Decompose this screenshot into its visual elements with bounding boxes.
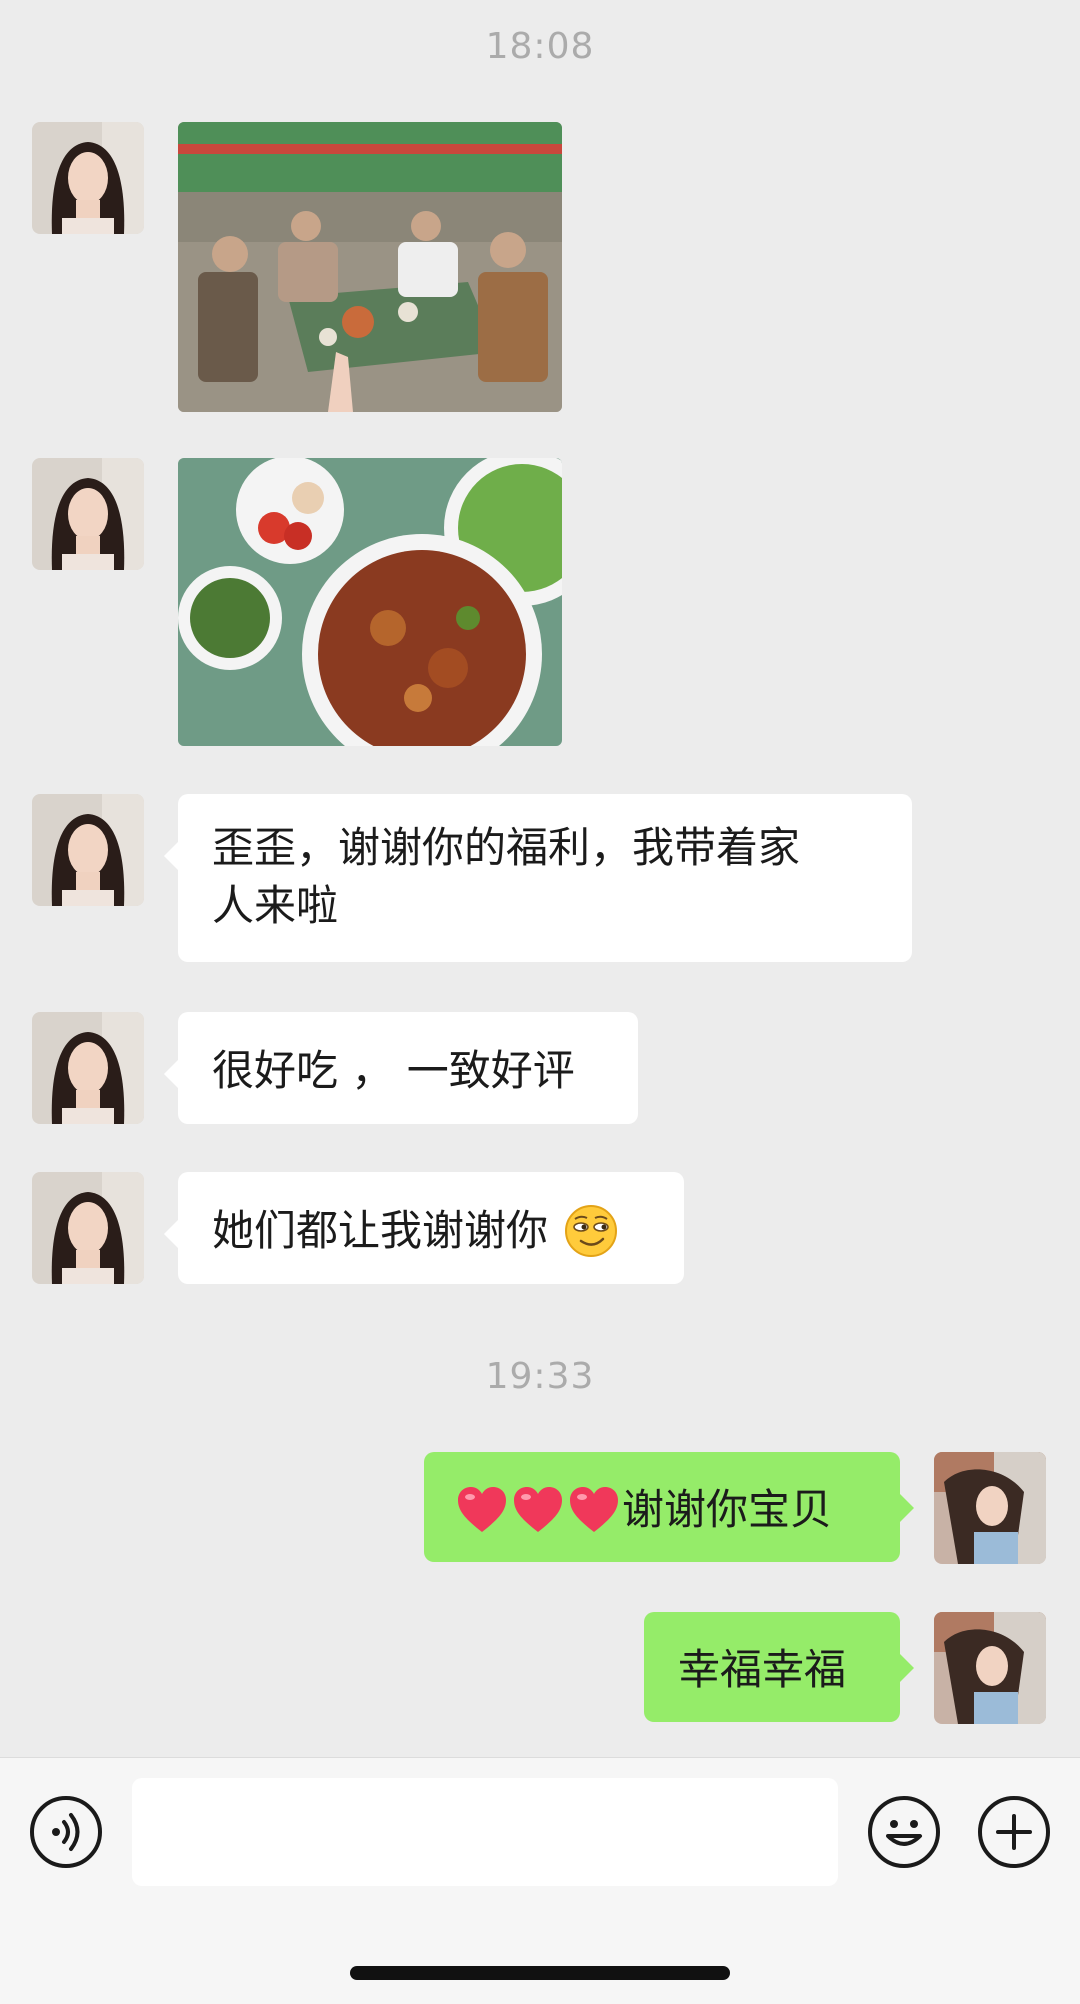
contact-avatar[interactable] — [32, 458, 144, 570]
home-indicator[interactable] — [350, 1966, 730, 1980]
message-bubble-outgoing[interactable]: 幸福幸福 — [644, 1612, 914, 1722]
contact-avatar[interactable] — [32, 122, 144, 234]
my-avatar[interactable] — [934, 1452, 1046, 1564]
voice-icon — [52, 1813, 80, 1851]
smirk-emoji-icon — [565, 1204, 618, 1257]
message-bubble-incoming[interactable]: 很好吃 ， 一致好评 — [164, 1012, 638, 1124]
message-input[interactable] — [132, 1778, 838, 1886]
heart-icon — [514, 1486, 562, 1532]
timestamp: 19:33 — [485, 1356, 595, 1397]
plus-button[interactable] — [978, 1796, 1050, 1868]
message-text: 幸福幸福 — [678, 1644, 847, 1694]
contact-avatar[interactable] — [32, 1172, 144, 1284]
message-bubble-incoming[interactable]: 她们都让我谢谢你 — [164, 1172, 684, 1284]
photo-dishes[interactable] — [178, 458, 562, 746]
message-text: 很好吃 ， 一致好评 — [212, 1045, 575, 1095]
heart-icon — [458, 1486, 506, 1532]
message-text: 人来啦 — [212, 881, 339, 930]
emoji-icon — [886, 1820, 922, 1846]
message-bubble-incoming[interactable]: 歪歪，谢谢你的福利，我带着家 人来啦 — [164, 794, 912, 962]
heart-icon — [570, 1486, 618, 1532]
voice-button[interactable] — [30, 1796, 102, 1868]
contact-avatar[interactable] — [32, 794, 144, 906]
message-text: 歪歪，谢谢你的福利，我带着家 — [212, 823, 801, 872]
message-bubble-outgoing[interactable]: 谢谢你宝贝 — [424, 1452, 914, 1562]
emoji-button[interactable] — [868, 1796, 940, 1868]
photo-family-dinner[interactable] — [178, 122, 562, 412]
message-text: 她们都让我谢谢你 — [212, 1205, 549, 1255]
plus-icon — [996, 1814, 1032, 1850]
timestamp: 18:08 — [485, 26, 595, 67]
message-text: 谢谢你宝贝 — [622, 1484, 833, 1534]
my-avatar[interactable] — [934, 1612, 1046, 1724]
contact-avatar[interactable] — [32, 1012, 144, 1124]
